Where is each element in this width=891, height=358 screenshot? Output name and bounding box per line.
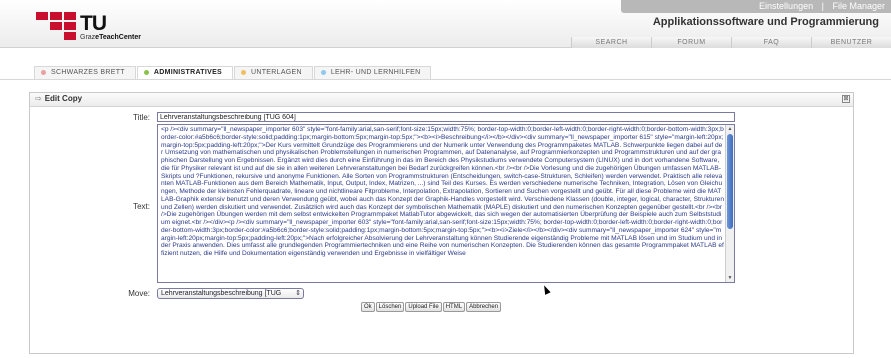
top-link-separator: | [821, 1, 824, 11]
scroll-up-icon[interactable]: ▲ [726, 125, 734, 133]
settings-link[interactable]: Einstellungen [759, 1, 813, 11]
nav-benutzer[interactable]: BENUTZER [811, 37, 891, 48]
ok-button[interactable]: Ok [361, 302, 375, 312]
tab-dot-icon [241, 69, 247, 75]
upload-file-button[interactable]: Upload File [405, 302, 442, 312]
delete-button[interactable]: Löschen [375, 302, 405, 312]
file-manager-link[interactable]: File Manager [832, 1, 885, 11]
panel-title[interactable]: ⇨ Edit Copy [35, 94, 82, 103]
logo-text: TU [80, 12, 107, 35]
tab-dot-icon [41, 69, 46, 75]
tab-schwarzes-brett[interactable]: SCHWARZES BRETT [34, 66, 136, 79]
html-button[interactable]: HTML [442, 302, 466, 312]
move-label: Move: [128, 289, 150, 298]
app-header: TU GrazeTeachCenter Einstellungen | File… [0, 0, 891, 48]
panel-header: ⇨ Edit Copy ⊠ [30, 93, 853, 107]
select-caret-icon: ⇕ [295, 290, 301, 297]
expand-arrow-icon: ⇨ [35, 94, 42, 103]
course-title: Applikationssoftware und Programmierung [652, 16, 879, 28]
nav-search[interactable]: SEARCH [571, 37, 651, 48]
action-buttons: Ok Löschen Upload File HTML Abbrechen [361, 302, 502, 312]
tab-dot-icon [143, 69, 149, 75]
tab-lehr-und-lernhilfen[interactable]: LEHR- UND LERNHILFEN [313, 66, 432, 79]
move-select[interactable]: Lehrveranstaltungsbeschreibung [TUG ⇕ [157, 288, 304, 299]
text-editor-content[interactable]: <p /><div summary="ll_newspaper_importer… [161, 126, 724, 258]
panel-close-icon[interactable]: ⊠ [842, 95, 850, 103]
tab-unterlagen[interactable]: UNTERLAGEN [234, 66, 313, 79]
top-link-bar: Einstellungen | File Manager [621, 0, 891, 13]
title-input[interactable] [157, 112, 735, 122]
logo-subtitle: GrazeTeachCenter [80, 34, 141, 41]
scrollbar-thumb[interactable] [727, 134, 733, 229]
nav-faq[interactable]: FAQ [731, 37, 811, 48]
tab-administratives[interactable]: ADMINISTRATIVES [136, 66, 234, 79]
text-scrollbar[interactable]: ▲ ▼ [725, 125, 734, 282]
tab-dot-icon [320, 69, 326, 75]
text-label: Text: [133, 202, 150, 211]
tu-graz-logo[interactable]: TU GrazeTeachCenter [36, 12, 156, 41]
section-tabs: SCHWARZES BRETT ADMINISTRATIVES UNTERLAG… [34, 66, 432, 79]
text-editor[interactable]: <p /><div summary="ll_newspaper_importer… [157, 124, 735, 283]
scroll-down-icon[interactable]: ▼ [726, 274, 734, 282]
cancel-button[interactable]: Abbrechen [466, 302, 502, 312]
main-nav: SEARCH FORUM FAQ BENUTZER [571, 37, 891, 48]
tabs-divider [0, 79, 891, 80]
title-label: Title: [132, 113, 150, 122]
nav-forum[interactable]: FORUM [651, 37, 731, 48]
